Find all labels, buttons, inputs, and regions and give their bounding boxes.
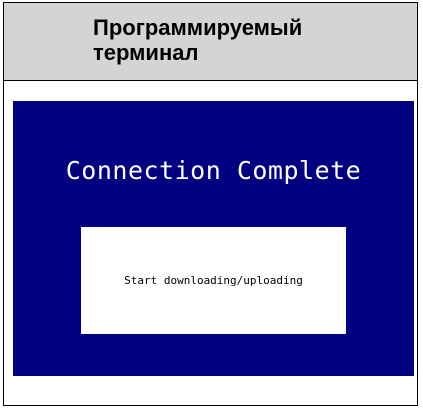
terminal-panel: Программируемый терминал Connection Comp… [3,2,418,406]
header-title-line-2: терминал [93,40,199,65]
panel-header: Программируемый терминал [4,3,417,81]
header-title-line-1: Программируемый [93,15,303,40]
message-text: Start downloading/uploading [124,274,303,287]
header-title: Программируемый терминал [93,15,393,65]
connection-status-title: Connection Complete [65,156,362,185]
terminal-screen: Connection Complete Start downloading/up… [13,101,414,376]
message-box: Start downloading/uploading [81,227,346,334]
